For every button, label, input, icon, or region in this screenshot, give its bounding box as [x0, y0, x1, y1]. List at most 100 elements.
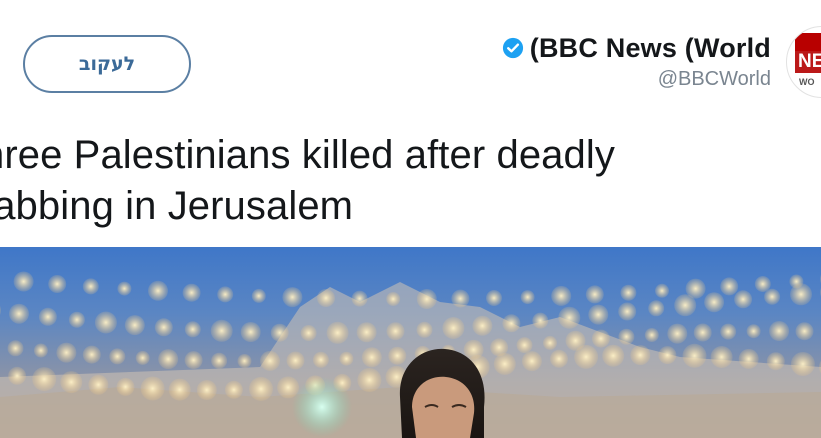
bokeh-light [282, 287, 303, 308]
bokeh-light [551, 285, 572, 306]
bokeh-light [351, 290, 368, 307]
bokeh-light [588, 304, 609, 325]
bokeh-light [251, 288, 266, 303]
bokeh-light [326, 321, 349, 344]
bokeh-light [746, 324, 761, 339]
bokeh-light [630, 345, 651, 366]
bbc-avatar[interactable]: NE WO [786, 26, 821, 98]
bokeh-light [764, 288, 781, 305]
bokeh-light [550, 349, 568, 368]
bokeh-light [124, 315, 145, 336]
tweet-card: לעקוב (BBC News (World @BBCWorld NE WO h… [0, 0, 821, 438]
bokeh-light [135, 350, 150, 365]
bokeh-light [9, 303, 29, 324]
bokeh-light [516, 337, 533, 354]
bokeh-light [224, 380, 243, 399]
bokeh-light [286, 351, 305, 370]
bokeh-light [386, 292, 401, 306]
bokeh-light [591, 329, 610, 348]
bokeh-light [674, 294, 697, 317]
bokeh-light [109, 348, 126, 365]
bokeh-light [217, 286, 234, 303]
bokeh-light [493, 352, 516, 375]
bokeh-light [88, 374, 109, 395]
bokeh-light [32, 367, 57, 392]
bokeh-light [769, 321, 790, 341]
bokeh-light [451, 289, 470, 308]
bokeh-light [386, 322, 405, 341]
account-name-line: (BBC News (World [502, 28, 771, 68]
bokeh-light [682, 343, 707, 368]
bokeh-light [558, 306, 581, 329]
bokeh-light [158, 349, 179, 370]
follow-button[interactable]: לעקוב [23, 35, 191, 93]
bokeh-light [648, 300, 665, 317]
bokeh-light [184, 351, 203, 370]
bokeh-light [312, 351, 329, 368]
avatar-news-block: NE [795, 51, 821, 73]
bokeh-light [38, 307, 57, 326]
bokeh-light [7, 340, 24, 357]
bokeh-light [140, 376, 165, 401]
bokeh-light [60, 371, 83, 394]
account-header[interactable]: (BBC News (World @BBCWorld [502, 28, 771, 91]
bokeh-light [618, 328, 635, 345]
bokeh-light [790, 352, 815, 376]
tweet-media-photo[interactable] [0, 247, 821, 438]
bokeh-light [520, 290, 535, 305]
bokeh-light [521, 351, 542, 372]
bokeh-light [196, 380, 217, 400]
bokeh-light [56, 342, 77, 363]
bokeh-light [720, 277, 739, 296]
bokeh-light [210, 319, 233, 342]
tweet-text: hree Palestinians killed after deadly ta… [0, 130, 802, 232]
bokeh-light [33, 343, 48, 358]
bokeh-light [388, 346, 407, 365]
bokeh-light [416, 289, 437, 309]
bokeh-light [356, 322, 377, 343]
bokeh-light [249, 376, 273, 401]
bokeh-light [502, 314, 521, 333]
bokeh-light [790, 283, 812, 306]
bokeh-light [270, 323, 289, 342]
account-handle[interactable]: @BBCWorld [502, 68, 771, 91]
bokeh-light [574, 344, 599, 369]
bokeh-light [240, 322, 261, 342]
follow-button-label: לעקוב [78, 53, 136, 75]
bokeh-light [602, 344, 625, 367]
bokeh-light [82, 278, 99, 295]
avatar-bbc-block [795, 33, 821, 51]
bokeh-light [48, 275, 67, 293]
bokeh-light [260, 350, 280, 371]
bokeh-light [754, 276, 771, 292]
bokeh-light [168, 378, 191, 401]
bokeh-light [237, 354, 252, 368]
bokeh-light [655, 283, 669, 298]
bokeh-light [667, 323, 688, 344]
bokeh-light [13, 271, 34, 292]
bokeh-light [738, 348, 759, 369]
bokeh-light [442, 317, 465, 339]
bokeh-light [184, 321, 201, 338]
bokeh-light [416, 321, 433, 338]
tweet-text-line-2: tabbing in Jerusalem [0, 184, 354, 228]
bokeh-light [658, 346, 677, 365]
bokeh-light [317, 289, 335, 307]
bokeh-light [720, 323, 737, 340]
bokeh-light [82, 345, 101, 364]
bokeh-light [693, 323, 712, 342]
bokeh-light [644, 328, 659, 342]
bokeh-light [154, 318, 173, 337]
bokeh-light [620, 284, 637, 301]
bokeh-light [211, 352, 228, 369]
bokeh-light [300, 325, 317, 341]
avatar-world-text: WO [799, 77, 815, 87]
bokeh-light [710, 346, 733, 368]
bokeh-light [116, 377, 135, 396]
bokeh-light [8, 366, 27, 385]
tweet-text-line-1: hree Palestinians killed after deadly [0, 133, 615, 177]
account-display-name[interactable]: (BBC News (World [530, 33, 771, 64]
verified-badge-icon [502, 37, 523, 59]
bokeh-light [618, 302, 637, 321]
bokeh-light [0, 305, 1, 316]
